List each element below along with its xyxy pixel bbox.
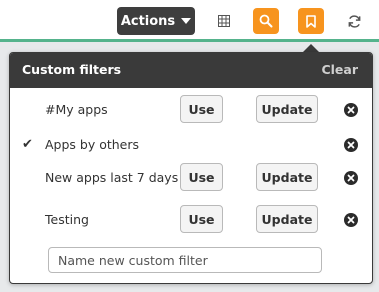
remove-icon[interactable] — [344, 103, 358, 117]
search-button[interactable] — [253, 8, 279, 34]
remove-icon[interactable] — [344, 138, 358, 152]
panel-title: Custom filters — [22, 62, 122, 77]
custom-filters-panel: Custom filters Clear #My apps Use Update… — [9, 52, 373, 284]
filter-row: ✔ Apps by others — [10, 130, 372, 160]
update-button[interactable]: Update — [256, 205, 318, 233]
actions-label: Actions — [120, 13, 176, 29]
bookmark-icon — [306, 14, 316, 28]
actions-button[interactable]: Actions — [117, 7, 195, 35]
filter-name[interactable]: #My apps — [45, 102, 108, 117]
search-icon — [259, 14, 273, 28]
filter-row: #My apps Use Update — [10, 95, 372, 125]
toolbar: Actions — [0, 0, 379, 42]
new-filter-name-input[interactable] — [48, 247, 322, 273]
refresh-icon[interactable] — [341, 8, 367, 34]
bookmark-button[interactable] — [298, 8, 324, 34]
use-button[interactable]: Use — [180, 205, 223, 233]
use-button[interactable]: Use — [180, 95, 223, 123]
filter-name[interactable]: Apps by others — [45, 137, 139, 152]
remove-icon[interactable] — [344, 171, 358, 185]
update-button[interactable]: Update — [256, 95, 318, 123]
filter-name[interactable]: Testing — [45, 212, 89, 227]
caret-down-icon — [181, 18, 192, 24]
use-button[interactable]: Use — [180, 163, 223, 191]
remove-icon[interactable] — [344, 213, 358, 227]
update-button[interactable]: Update — [256, 163, 318, 191]
grid-icon[interactable] — [211, 8, 237, 34]
clear-button[interactable]: Clear — [321, 62, 358, 77]
filter-name[interactable]: New apps last 7 days — [45, 170, 178, 185]
checkmark-icon: ✔ — [22, 137, 33, 152]
filter-row: Testing Use Update — [10, 205, 372, 235]
filter-row: New apps last 7 days Use Update — [10, 163, 372, 193]
panel-header: Custom filters Clear — [10, 53, 372, 88]
